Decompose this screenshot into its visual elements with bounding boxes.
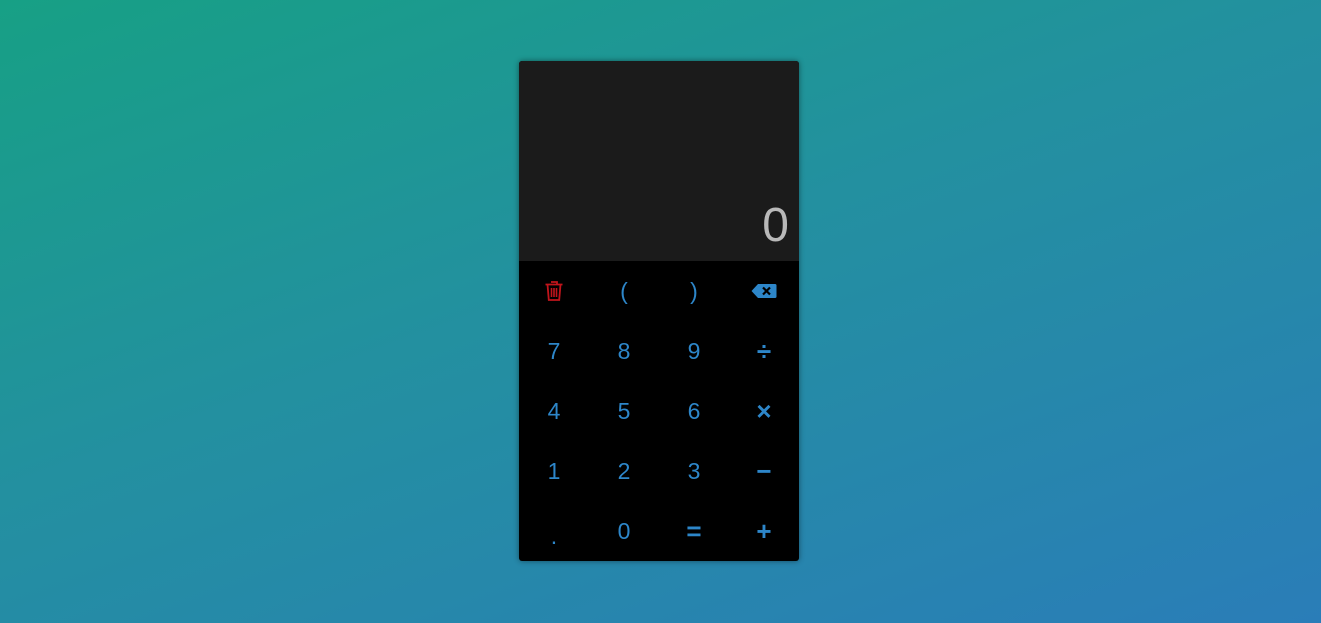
- four-button[interactable]: 4: [519, 381, 589, 441]
- clear-button[interactable]: [519, 261, 589, 321]
- five-button[interactable]: 5: [589, 381, 659, 441]
- trash-icon: [544, 280, 564, 302]
- two-button[interactable]: 2: [589, 441, 659, 501]
- add-button[interactable]: +: [729, 501, 799, 561]
- backspace-icon: [751, 283, 777, 299]
- calculator: 0 ( ) 7 8 9 ÷ 4 5 6 × 1 2 3 − . 0 = +: [519, 61, 799, 561]
- display: 0: [519, 61, 799, 261]
- zero-button[interactable]: 0: [589, 501, 659, 561]
- divide-button[interactable]: ÷: [729, 321, 799, 381]
- keypad: ( ) 7 8 9 ÷ 4 5 6 × 1 2 3 − . 0 = +: [519, 261, 799, 561]
- nine-button[interactable]: 9: [659, 321, 729, 381]
- open-paren-button[interactable]: (: [589, 261, 659, 321]
- backspace-button[interactable]: [729, 261, 799, 321]
- multiply-button[interactable]: ×: [729, 381, 799, 441]
- display-value: 0: [762, 199, 789, 252]
- seven-button[interactable]: 7: [519, 321, 589, 381]
- one-button[interactable]: 1: [519, 441, 589, 501]
- decimal-button[interactable]: .: [519, 501, 589, 561]
- subtract-button[interactable]: −: [729, 441, 799, 501]
- close-paren-button[interactable]: ): [659, 261, 729, 321]
- eight-button[interactable]: 8: [589, 321, 659, 381]
- equals-button[interactable]: =: [659, 501, 729, 561]
- six-button[interactable]: 6: [659, 381, 729, 441]
- three-button[interactable]: 3: [659, 441, 729, 501]
